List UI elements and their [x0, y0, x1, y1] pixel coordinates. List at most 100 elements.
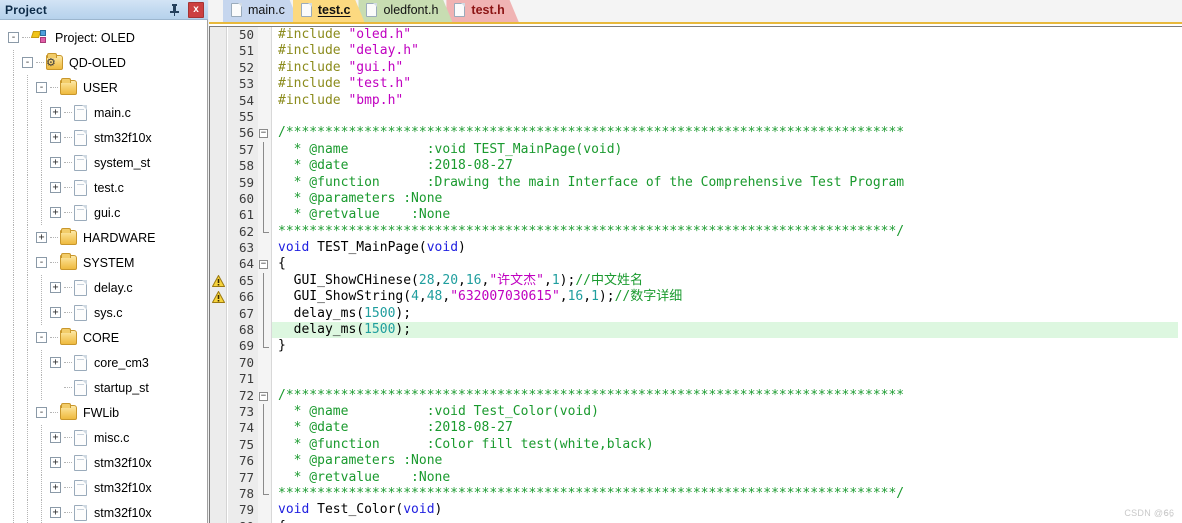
- tree-item-system[interactable]: - SYSTEM: [0, 250, 207, 275]
- code-line[interactable]: void Test_Color(void): [272, 502, 1182, 518]
- code-editor[interactable]: 50 51 52 53 54 55 56 57 58 59 60 61 62 63 64 65 66 67 68 69…: [209, 26, 1182, 523]
- tree-item-stm32f10x[interactable]: + stm32f10x: [0, 500, 207, 523]
- tree-item-gui-c[interactable]: + gui.c: [0, 200, 207, 225]
- tab-label: main.c: [248, 3, 285, 17]
- project-tree[interactable]: - Project: OLED - ⚙ QD-OLED - USER + main.c + stm3…: [0, 21, 207, 523]
- code-token-cmt: ****************************************…: [278, 223, 905, 239]
- tab-oledfont-h[interactable]: oledfont.h: [358, 0, 452, 22]
- code-line[interactable]: * @parameters :None: [272, 453, 1182, 469]
- expand-toggle-icon[interactable]: +: [50, 182, 61, 193]
- code-line[interactable]: * @function :Color fill test(white,black…: [272, 437, 1182, 453]
- collapse-toggle-icon[interactable]: -: [8, 32, 19, 43]
- code-line[interactable]: GUI_ShowString(4,48,"632007030615",16,1)…: [272, 289, 1182, 305]
- editor-tabbar[interactable]: main.c test.c oledfont.h test.h: [209, 0, 1182, 24]
- tree-item-label: CORE: [83, 330, 120, 345]
- code-token-plain: ,: [583, 289, 592, 305]
- code-line[interactable]: * @function :Drawing the main Interface …: [272, 175, 1182, 191]
- tree-item-qd-oled[interactable]: - ⚙ QD-OLED: [0, 50, 207, 75]
- breakpoint-gutter[interactable]: [210, 27, 227, 523]
- expand-toggle-icon[interactable]: +: [50, 307, 61, 318]
- code-line[interactable]: #include "test.h": [272, 76, 1182, 92]
- fold-blank: [258, 502, 271, 518]
- expand-toggle-icon[interactable]: +: [50, 132, 61, 143]
- tree-item-stm32f10x[interactable]: + stm32f10x: [0, 450, 207, 475]
- expand-toggle-icon[interactable]: +: [50, 432, 61, 443]
- expand-toggle-icon[interactable]: +: [50, 482, 61, 493]
- code-line[interactable]: {: [272, 519, 1182, 523]
- code-line[interactable]: GUI_ShowCHinese(28,20,16,"许文杰",1);//中文姓名: [272, 273, 1182, 289]
- code-token-cmt: * @function :Drawing the main Interface …: [278, 174, 905, 190]
- code-line[interactable]: * @retvalue :None: [272, 207, 1182, 223]
- line-number-gutter: 50 51 52 53 54 55 56 57 58 59 60 61 62 63 64 65 66 67 68 69…: [228, 27, 258, 523]
- fold-collapse-box[interactable]: −: [258, 125, 271, 141]
- code-line[interactable]: * @retvalue :None: [272, 470, 1182, 486]
- expand-toggle-icon[interactable]: +: [50, 107, 61, 118]
- pin-icon[interactable]: [166, 2, 182, 18]
- code-line[interactable]: #include "delay.h": [272, 43, 1182, 59]
- tab-main-c[interactable]: main.c: [223, 0, 299, 22]
- code-line[interactable]: #include "oled.h": [272, 27, 1182, 43]
- fold-collapse-box[interactable]: −: [258, 388, 271, 404]
- tree-item-hardware[interactable]: + HARDWARE: [0, 225, 207, 250]
- tree-guide-line: [13, 200, 14, 225]
- code-line[interactable]: * @date :2018-08-27: [272, 420, 1182, 436]
- warning-icon[interactable]: [212, 275, 225, 287]
- expand-toggle-icon[interactable]: +: [50, 357, 61, 368]
- collapse-toggle-icon[interactable]: -: [22, 57, 33, 68]
- tree-item-misc-c[interactable]: + misc.c: [0, 425, 207, 450]
- tree-item-user[interactable]: - USER: [0, 75, 207, 100]
- code-line[interactable]: * @name :void TEST_MainPage(void): [272, 142, 1182, 158]
- tab-test-h[interactable]: test.h: [446, 0, 518, 22]
- collapse-toggle-icon[interactable]: -: [36, 407, 47, 418]
- tree-item-fwlib[interactable]: - FWLib: [0, 400, 207, 425]
- code-line[interactable]: /***************************************…: [272, 388, 1182, 404]
- code-line[interactable]: #include "gui.h": [272, 60, 1182, 76]
- code-line[interactable]: {: [272, 256, 1182, 272]
- tree-item-test-c[interactable]: + test.c: [0, 175, 207, 200]
- code-line[interactable]: ****************************************…: [272, 486, 1182, 502]
- tree-guide-line: [41, 275, 42, 300]
- code-line[interactable]: * @parameters :None: [272, 191, 1182, 207]
- code-line[interactable]: [272, 371, 1182, 387]
- fold-gutter[interactable]: − − − −: [258, 27, 272, 523]
- code-line[interactable]: * @date :2018-08-27: [272, 158, 1182, 174]
- collapse-toggle-icon[interactable]: -: [36, 82, 47, 93]
- expand-toggle-icon[interactable]: +: [50, 157, 61, 168]
- tab-test-c[interactable]: test.c: [293, 0, 365, 22]
- tree-item-core[interactable]: - CORE: [0, 325, 207, 350]
- code-line-modified[interactable]: delay_ms(1500);: [272, 322, 1182, 339]
- tree-guide-line: [41, 125, 42, 150]
- code-line[interactable]: #include "bmp.h": [272, 93, 1182, 109]
- tree-item-startup-st[interactable]: startup_st: [0, 375, 207, 400]
- code-line[interactable]: }: [272, 338, 1182, 354]
- code-line[interactable]: [272, 109, 1182, 125]
- tree-item-stm32f10x[interactable]: + stm32f10x: [0, 125, 207, 150]
- warning-icon[interactable]: [212, 291, 225, 304]
- tree-item-core-cm3[interactable]: + core_cm3: [0, 350, 207, 375]
- tree-item-system-st[interactable]: + system_st: [0, 150, 207, 175]
- code-line[interactable]: delay_ms(1500);: [272, 306, 1182, 322]
- expand-toggle-icon[interactable]: +: [36, 232, 47, 243]
- tree-item-delay-c[interactable]: + delay.c: [0, 275, 207, 300]
- code-line[interactable]: ****************************************…: [272, 224, 1182, 240]
- fold-collapse-box[interactable]: −: [258, 519, 271, 523]
- expand-toggle-icon[interactable]: +: [50, 457, 61, 468]
- close-icon[interactable]: x: [188, 2, 204, 18]
- expand-toggle-icon[interactable]: +: [50, 207, 61, 218]
- code-line[interactable]: void TEST_MainPage(void): [272, 240, 1182, 256]
- tree-item-main-c[interactable]: + main.c: [0, 100, 207, 125]
- code-text-area[interactable]: #include "oled.h" #include "delay.h" #incl…: [272, 27, 1182, 523]
- collapse-toggle-icon[interactable]: -: [36, 332, 47, 343]
- code-line[interactable]: * @name :void Test_Color(void): [272, 404, 1182, 420]
- code-token-kw: void: [278, 240, 310, 256]
- tree-item-stm32f10x[interactable]: + stm32f10x: [0, 475, 207, 500]
- tree-item-sys-c[interactable]: + sys.c: [0, 300, 207, 325]
- collapse-toggle-icon[interactable]: -: [36, 257, 47, 268]
- fold-collapse-box[interactable]: −: [258, 256, 271, 272]
- tree-guide-line: [41, 500, 42, 523]
- code-line[interactable]: [272, 355, 1182, 371]
- expand-toggle-icon[interactable]: +: [50, 282, 61, 293]
- expand-toggle-icon[interactable]: +: [50, 507, 61, 518]
- code-line[interactable]: /***************************************…: [272, 125, 1182, 141]
- tree-item-project-oled[interactable]: - Project: OLED: [0, 25, 207, 50]
